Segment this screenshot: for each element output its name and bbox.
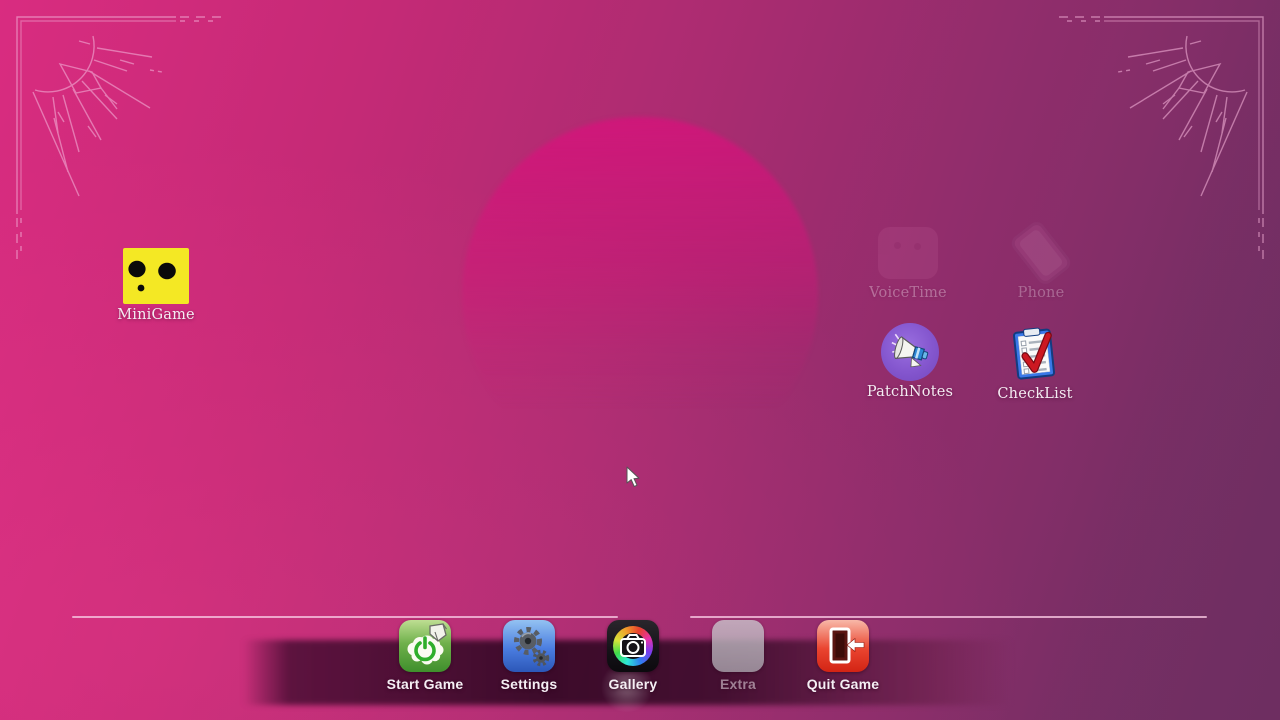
exit-door-icon	[817, 620, 869, 672]
desktop-icon-checklist[interactable]: CheckList	[965, 325, 1105, 402]
dock-item-label: Start Game	[386, 676, 464, 692]
sheep-power-icon	[399, 620, 451, 672]
game-desktop-screen: MiniGame VoiceTime Phone PatchNotes Chec…	[0, 0, 1280, 720]
dock-item-label: Extra	[719, 676, 757, 692]
yellow-face-icon	[123, 248, 189, 304]
desktop-icon-voicetime[interactable]: VoiceTime	[838, 227, 978, 301]
corner-ornament-top-left	[16, 16, 229, 260]
gears-icon	[503, 620, 555, 672]
moon-wallpaper-graphic	[462, 117, 818, 473]
desktop-icon-label: PatchNotes	[866, 384, 954, 400]
desktop-icon-phone[interactable]: Phone	[971, 218, 1111, 301]
dock-item-quit-game[interactable]: Quit Game	[793, 620, 893, 692]
dock-item-extra[interactable]: Extra	[688, 620, 788, 692]
desktop-icon-label: VoiceTime	[869, 285, 947, 301]
desktop-icon-patchnotes[interactable]: PatchNotes	[840, 323, 980, 400]
blank-icon	[712, 620, 764, 672]
rainbow-camera-icon	[607, 620, 659, 672]
voice-chat-icon	[878, 227, 938, 279]
dock-item-label: Settings	[500, 676, 558, 692]
megaphone-icon	[881, 323, 939, 381]
dock-item-start-game[interactable]: Start Game	[375, 620, 475, 692]
phone-icon	[1008, 218, 1074, 288]
dock-separator-line-left	[72, 616, 618, 618]
desktop-icon-minigame[interactable]: MiniGame	[86, 248, 226, 323]
desktop-icon-label: CheckList	[997, 386, 1073, 402]
desktop-icon-label: MiniGame	[117, 307, 195, 323]
clipboard-check-icon	[1012, 327, 1056, 380]
dock-separator-line-right	[690, 616, 1207, 618]
dock-item-gallery[interactable]: Gallery	[583, 620, 683, 692]
dock-item-label: Gallery	[608, 676, 658, 692]
corner-ornament-top-right	[1051, 16, 1264, 260]
dock-item-settings[interactable]: Settings	[479, 620, 579, 692]
desktop-icon-label: Phone	[1017, 285, 1065, 301]
dock-item-label: Quit Game	[806, 676, 880, 692]
